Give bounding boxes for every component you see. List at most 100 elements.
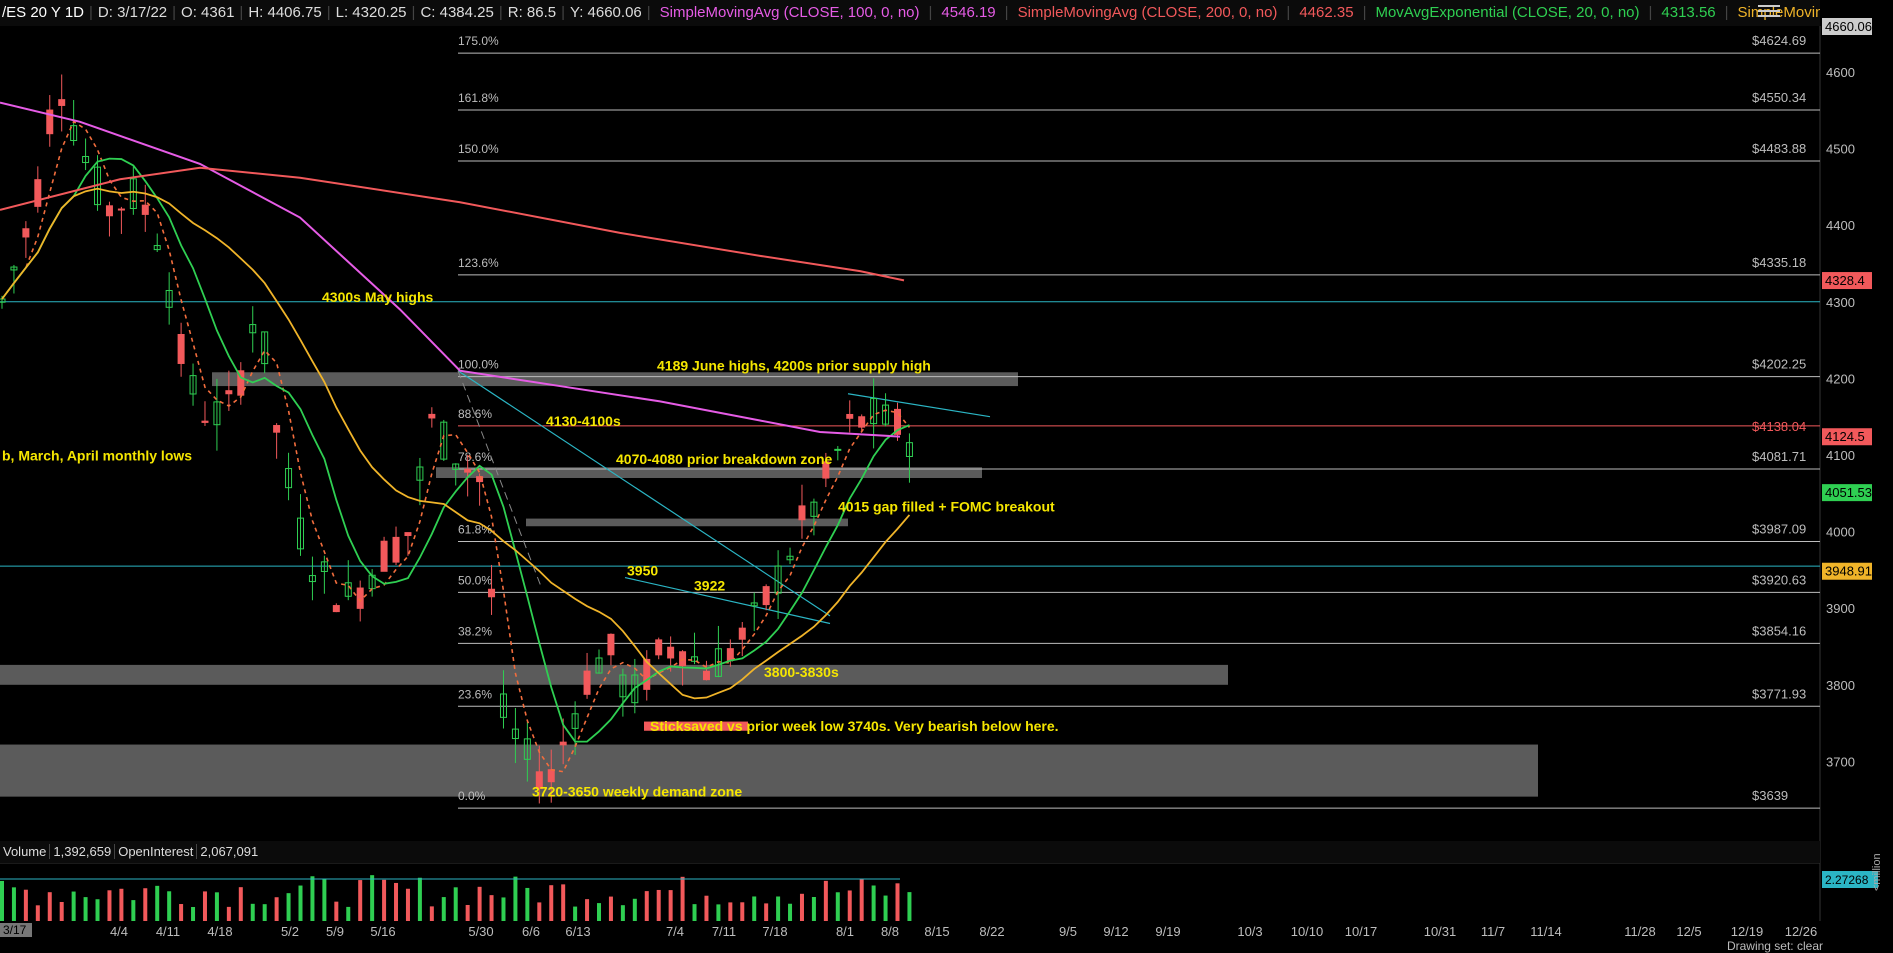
x-tick-label: 4/18 <box>207 924 232 939</box>
volume-bar <box>71 891 76 921</box>
candle-body <box>726 648 734 661</box>
volume-bar <box>692 904 697 921</box>
volume-bar <box>346 906 351 921</box>
x-tick-label: 8/15 <box>924 924 949 939</box>
fib-price: $3639 <box>1752 788 1788 803</box>
volume-bar <box>262 904 267 921</box>
volume-bar <box>453 887 458 921</box>
volume-bar <box>740 902 745 921</box>
volume-bar <box>417 877 422 921</box>
volume-bar <box>167 891 172 921</box>
volume-bar <box>191 906 196 921</box>
volume-bar <box>107 890 112 921</box>
x-tick-label: 5/16 <box>370 924 395 939</box>
x-tick-label: 8/8 <box>881 924 899 939</box>
y-tick-label: 4300 <box>1826 295 1855 310</box>
candle-body <box>404 532 412 537</box>
volume-bar <box>776 896 781 921</box>
fib-price: $4081.71 <box>1752 449 1806 464</box>
candle-body <box>105 205 113 217</box>
fib-label: 0.0% <box>458 789 486 803</box>
fib-label: 78.6% <box>458 450 492 464</box>
price-tag-label: 4124.5 <box>1825 429 1865 444</box>
candle-body <box>332 605 340 613</box>
price-tag-label: 4660.06 <box>1825 19 1872 34</box>
volume-bar <box>501 897 506 921</box>
volume-bar <box>573 906 578 921</box>
x-tick-label: 6/6 <box>522 924 540 939</box>
volume-bar <box>561 884 566 921</box>
candle-body <box>762 586 770 606</box>
volume-bar <box>0 880 4 921</box>
volume-bar <box>131 900 136 921</box>
volume-bar <box>895 883 900 921</box>
volume-bar <box>907 892 912 921</box>
volume-bar <box>23 889 28 921</box>
volume-bar <box>537 902 542 921</box>
volume-bar <box>788 903 793 921</box>
volume-bar <box>799 893 804 921</box>
volume-bar <box>859 878 864 921</box>
volume-bar <box>202 891 207 921</box>
x-tick-label: 11/28 <box>1624 924 1656 939</box>
candle-body <box>225 390 233 395</box>
supply-demand-zone <box>0 744 1538 797</box>
volume-bar <box>119 888 124 921</box>
x-tick-label: 9/5 <box>1059 924 1077 939</box>
volume-bar <box>298 885 303 921</box>
chart-annotation: 3950 <box>627 562 658 578</box>
candle-body <box>22 228 30 238</box>
volume-bar <box>883 895 888 921</box>
volume-bar <box>704 895 709 921</box>
volume-bar <box>226 906 231 921</box>
volume-bar <box>764 903 769 921</box>
fib-label: 23.6% <box>458 687 492 701</box>
candle-body <box>141 204 149 215</box>
price-tag-label: 4328.4 <box>1825 273 1865 288</box>
x-tick-label: 5/2 <box>281 924 299 939</box>
candle-body <box>177 334 185 364</box>
volume-bar <box>823 880 828 921</box>
x-tick-label: 7/4 <box>666 924 684 939</box>
price-chart[interactable]: 175.0% $4624.69 161.8% $4550.34 150.0% $4483.… <box>0 0 1893 953</box>
volume-bar <box>847 890 852 921</box>
candle-body <box>583 670 591 695</box>
volume-bar <box>155 885 160 921</box>
chart-annotation: 4015 gap filled + FOMC breakout <box>838 499 1055 515</box>
y-tick-label: 4100 <box>1826 448 1855 463</box>
volume-bar <box>47 892 52 921</box>
candle-body <box>201 420 209 423</box>
volume-bar <box>811 897 816 921</box>
fib-label: 50.0% <box>458 573 492 587</box>
x-tick-label: 12/26 <box>1785 924 1818 939</box>
y-tick-label: 4200 <box>1826 371 1855 386</box>
fib-price: $4335.18 <box>1752 255 1806 270</box>
volume-bar <box>620 905 625 921</box>
oi-label: OpenInterest <box>114 844 197 859</box>
price-tag-label: 4051.53 <box>1825 485 1872 500</box>
volume-bar <box>394 882 399 921</box>
volume-bar <box>250 903 255 921</box>
volume-bar <box>441 897 446 921</box>
candle-body <box>655 639 663 656</box>
x-tick-label: 10/31 <box>1424 924 1457 939</box>
volume-bar <box>405 888 410 921</box>
x-tick-label: 12/5 <box>1676 924 1701 939</box>
chart-annotation: b, March, April monthly lows <box>2 447 192 463</box>
volume-bar <box>513 876 518 921</box>
volume-value: 1,392,659 <box>49 844 115 859</box>
chart-annotation: 3922 <box>694 578 725 594</box>
volume-bar <box>597 903 601 921</box>
volume-bar <box>35 905 40 921</box>
price-tag-label: $4138.04 <box>1752 419 1806 434</box>
candle-body <box>834 448 842 451</box>
fib-price: $4202.25 <box>1752 357 1806 372</box>
volume-bar <box>59 901 64 921</box>
candle-body <box>547 769 555 783</box>
x-tick-label: 6/13 <box>565 924 590 939</box>
fib-price: $3854.16 <box>1752 623 1806 638</box>
volume-bar <box>716 904 721 921</box>
volume-bar <box>274 897 279 921</box>
candle-body <box>464 468 472 473</box>
y-tick-label: 4000 <box>1826 525 1855 540</box>
